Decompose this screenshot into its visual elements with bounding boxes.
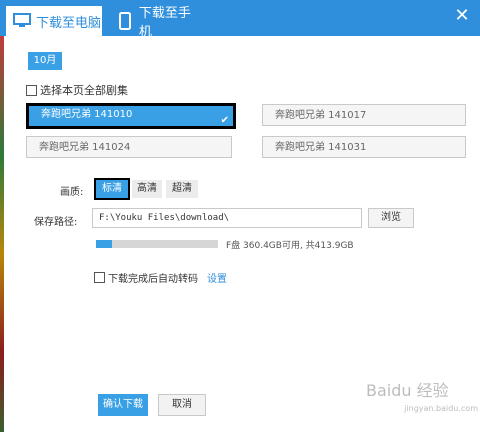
- tab-download-to-phone[interactable]: 下载至手机: [110, 6, 200, 40]
- disk-space-info: F盘 360.4GB可用, 共413.9GB: [226, 241, 354, 251]
- quality-option-uhd[interactable]: 超清: [166, 180, 198, 198]
- browse-button[interactable]: 浏览: [368, 208, 414, 228]
- tab-label: 下载至手机: [138, 6, 191, 40]
- episode-item[interactable]: 奔跑吧兄弟 141017: [262, 104, 466, 126]
- watermark-main: Baidu 经验: [366, 381, 449, 400]
- tab-label: 下载至电脑: [36, 15, 102, 31]
- tab-download-to-computer[interactable]: 下载至电脑: [6, 6, 102, 36]
- title-bar: 下载至电脑 下载至手机 ✕: [0, 0, 480, 40]
- checkbox-icon: [26, 84, 37, 96]
- select-all-label: 选择本页全部剧集: [40, 84, 128, 97]
- episode-item-selected[interactable]: 奔跑吧兄弟 141010 ✔: [26, 103, 236, 129]
- cancel-button[interactable]: 取消: [158, 394, 206, 416]
- checkbox-icon: [94, 272, 105, 283]
- check-icon: ✔: [220, 115, 229, 126]
- close-icon[interactable]: ✕: [452, 6, 472, 26]
- episode-item[interactable]: 奔跑吧兄弟 141024: [26, 136, 232, 158]
- settings-link[interactable]: 设置: [207, 270, 227, 285]
- episode-item[interactable]: 奔跑吧兄弟 141031: [262, 136, 466, 158]
- watermark-sub: jingyan.baidu.com: [404, 404, 478, 413]
- auto-transcode-label: 下载完成后自动转码: [108, 274, 198, 285]
- episode-label: 奔跑吧兄弟 141010: [41, 109, 133, 120]
- watermark: Baidu 经验 jingyan.baidu.com: [366, 382, 478, 426]
- save-path-label: 保存路径:: [34, 217, 78, 228]
- background-strip: [0, 36, 4, 432]
- quality-label: 画质:: [60, 187, 84, 198]
- month-tab[interactable]: 10月: [28, 52, 62, 70]
- monitor-icon: [12, 11, 32, 31]
- auto-transcode-checkbox[interactable]: 下载完成后自动转码 设置: [94, 270, 227, 285]
- episode-label: 奔跑吧兄弟 141017: [275, 110, 367, 121]
- quality-option-hd[interactable]: 高清: [132, 180, 162, 198]
- disk-usage-fill: [96, 240, 112, 248]
- phone-icon: [116, 11, 135, 31]
- select-all-checkbox[interactable]: 选择本页全部剧集: [26, 82, 128, 98]
- disk-usage-bar: [96, 240, 218, 248]
- confirm-download-button[interactable]: 确认下载: [98, 394, 148, 416]
- save-path-input[interactable]: F:\Youku Files\download\: [92, 208, 362, 228]
- episode-label: 奔跑吧兄弟 141031: [275, 142, 367, 153]
- quality-option-sd[interactable]: 标清: [94, 178, 130, 200]
- episode-label: 奔跑吧兄弟 141024: [39, 142, 131, 153]
